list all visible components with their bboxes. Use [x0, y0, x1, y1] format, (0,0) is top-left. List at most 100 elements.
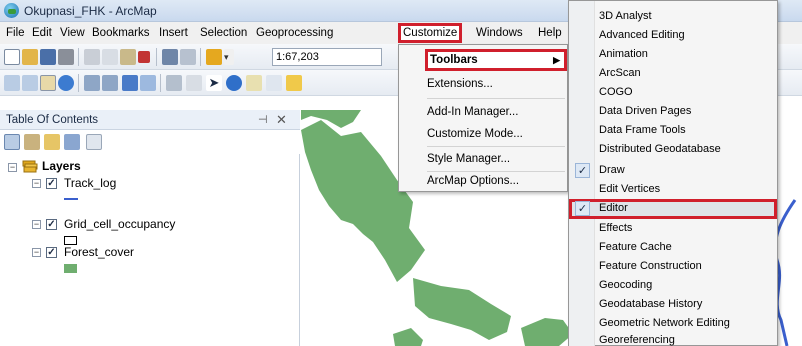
toolbar-option[interactable]: Edit Vertices: [569, 180, 777, 199]
layers-root-label[interactable]: Layers: [42, 159, 81, 173]
hollow-polygon-symbol[interactable]: [64, 236, 77, 245]
toolbar-separator: [156, 48, 157, 66]
print-icon[interactable]: [58, 49, 74, 65]
menu-geoprocessing[interactable]: Geoprocessing: [254, 25, 335, 41]
zoom-in-icon[interactable]: [4, 75, 20, 91]
measure-icon[interactable]: [286, 75, 302, 91]
forest-polygon: [521, 318, 573, 346]
close-icon[interactable]: ✕: [276, 112, 287, 128]
toolbar-option[interactable]: Effects: [569, 219, 777, 238]
clear-selection-icon[interactable]: [186, 75, 202, 91]
menu-item-customize-mode[interactable]: Customize Mode...: [399, 123, 567, 145]
toolbar-option[interactable]: 3D Analyst: [569, 7, 777, 26]
toolbar-option[interactable]: Data Frame Tools: [569, 121, 777, 140]
toolbar-option-label: Animation: [599, 48, 648, 60]
toolbar-option[interactable]: Feature Construction: [569, 257, 777, 276]
pan-icon[interactable]: [40, 75, 56, 91]
html-popup-icon[interactable]: [266, 75, 282, 91]
menu-item-extensions[interactable]: Extensions...: [399, 73, 567, 95]
toolbar-option[interactable]: Data Driven Pages: [569, 102, 777, 121]
list-by-drawing-order-icon[interactable]: [4, 134, 20, 150]
toolbar-separator: [78, 48, 79, 66]
full-extent-icon[interactable]: [58, 75, 74, 91]
cut-icon[interactable]: [84, 49, 100, 65]
toolbar-option[interactable]: Animation: [569, 45, 777, 64]
paste-icon[interactable]: [120, 49, 136, 65]
layer-visibility-checkbox[interactable]: ✓: [46, 247, 57, 258]
line-symbol[interactable]: [64, 198, 78, 200]
find-icon[interactable]: [246, 75, 262, 91]
back-extent-icon[interactable]: [122, 75, 138, 91]
menu-item-toolbars[interactable]: Toolbars ▶: [425, 49, 567, 71]
layer-visibility-checkbox[interactable]: ✓: [46, 178, 57, 189]
collapse-toggle[interactable]: −: [8, 163, 17, 172]
identify-icon[interactable]: [226, 75, 242, 91]
zoom-out-icon[interactable]: [22, 75, 38, 91]
layer-name[interactable]: Grid_cell_occupancy: [64, 217, 175, 231]
collapse-toggle[interactable]: −: [32, 220, 41, 229]
toolbar-option-label: Draw: [599, 164, 625, 176]
options-icon[interactable]: [86, 134, 102, 150]
layer-visibility-checkbox[interactable]: ✓: [46, 219, 57, 230]
submenu-arrow-icon: ▶: [553, 55, 560, 65]
select-features-icon[interactable]: [166, 75, 182, 91]
toolbar-separator: [78, 74, 79, 92]
toc-title: Table Of Contents: [6, 114, 99, 126]
save-icon[interactable]: [40, 49, 56, 65]
map-scale-input[interactable]: 1:67,203: [272, 48, 382, 66]
collapse-toggle[interactable]: −: [32, 248, 41, 257]
open-folder-icon[interactable]: [22, 49, 38, 65]
menu-item-arcmap-options[interactable]: ArcMap Options...: [399, 170, 567, 192]
toolbar-option-label: Effects: [599, 222, 633, 234]
toolbar-option[interactable]: ArcScan: [569, 64, 777, 83]
forest-polygon: [413, 278, 511, 340]
toolbar-option[interactable]: Distributed Geodatabase: [569, 140, 777, 159]
toolbar-option-draw[interactable]: ✓ Draw: [569, 161, 777, 180]
fixed-zoom-in-icon[interactable]: [84, 75, 100, 91]
menu-customize[interactable]: Customize: [398, 23, 463, 43]
toolbar-option[interactable]: Georeferencing: [569, 333, 777, 346]
pin-icon[interactable]: ⊣: [258, 113, 268, 126]
forward-extent-icon[interactable]: [140, 75, 156, 91]
filled-polygon-symbol[interactable]: [64, 264, 77, 273]
menu-selection[interactable]: Selection: [198, 25, 249, 41]
layers-icon: [22, 160, 38, 173]
menu-item-add-in-manager[interactable]: Add-In Manager...: [399, 101, 567, 123]
toolbar-option[interactable]: Feature Cache: [569, 238, 777, 257]
delete-icon[interactable]: [138, 51, 150, 63]
menu-edit[interactable]: Edit: [30, 25, 54, 41]
new-document-icon[interactable]: [4, 49, 20, 65]
menu-windows[interactable]: Windows: [474, 25, 525, 41]
list-by-source-icon[interactable]: [24, 134, 40, 150]
menu-separator: [427, 146, 565, 147]
toolbars-submenu: 3D Analyst Advanced Editing Animation Ar…: [568, 0, 778, 346]
menu-view[interactable]: View: [58, 25, 87, 41]
layer-name[interactable]: Track_log: [64, 176, 116, 190]
list-by-selection-icon[interactable]: [64, 134, 80, 150]
fixed-zoom-out-icon[interactable]: [102, 75, 118, 91]
menu-bookmarks[interactable]: Bookmarks: [90, 25, 152, 41]
toolbar-option[interactable]: COGO: [569, 83, 777, 102]
select-elements-icon[interactable]: ➤: [206, 75, 222, 91]
list-by-visibility-icon[interactable]: [44, 134, 60, 150]
toolbar-option-editor[interactable]: ✓ Editor: [569, 199, 777, 219]
toolbar-option[interactable]: Geometric Network Editing: [569, 314, 777, 333]
chevron-down-icon[interactable]: ▾: [224, 49, 234, 65]
menu-item-label: Toolbars: [430, 54, 478, 66]
add-data-icon[interactable]: [206, 49, 222, 65]
copy-icon[interactable]: [102, 49, 118, 65]
menu-insert[interactable]: Insert: [157, 25, 190, 41]
menu-help[interactable]: Help: [536, 25, 564, 41]
toolbar-separator: [160, 74, 161, 92]
toolbar-option[interactable]: Advanced Editing: [569, 26, 777, 45]
redo-icon[interactable]: [180, 49, 196, 65]
menu-item-style-manager[interactable]: Style Manager...: [399, 148, 567, 170]
layer-name[interactable]: Forest_cover: [64, 245, 134, 259]
collapse-toggle[interactable]: −: [32, 179, 41, 188]
undo-icon[interactable]: [162, 49, 178, 65]
toolbar-option[interactable]: Geocoding: [569, 276, 777, 295]
forest-polygon: [301, 110, 361, 128]
menu-file[interactable]: File: [4, 25, 27, 41]
toolbar-option[interactable]: Geodatabase History: [569, 295, 777, 314]
toolbar-option-label: Advanced Editing: [599, 29, 685, 41]
